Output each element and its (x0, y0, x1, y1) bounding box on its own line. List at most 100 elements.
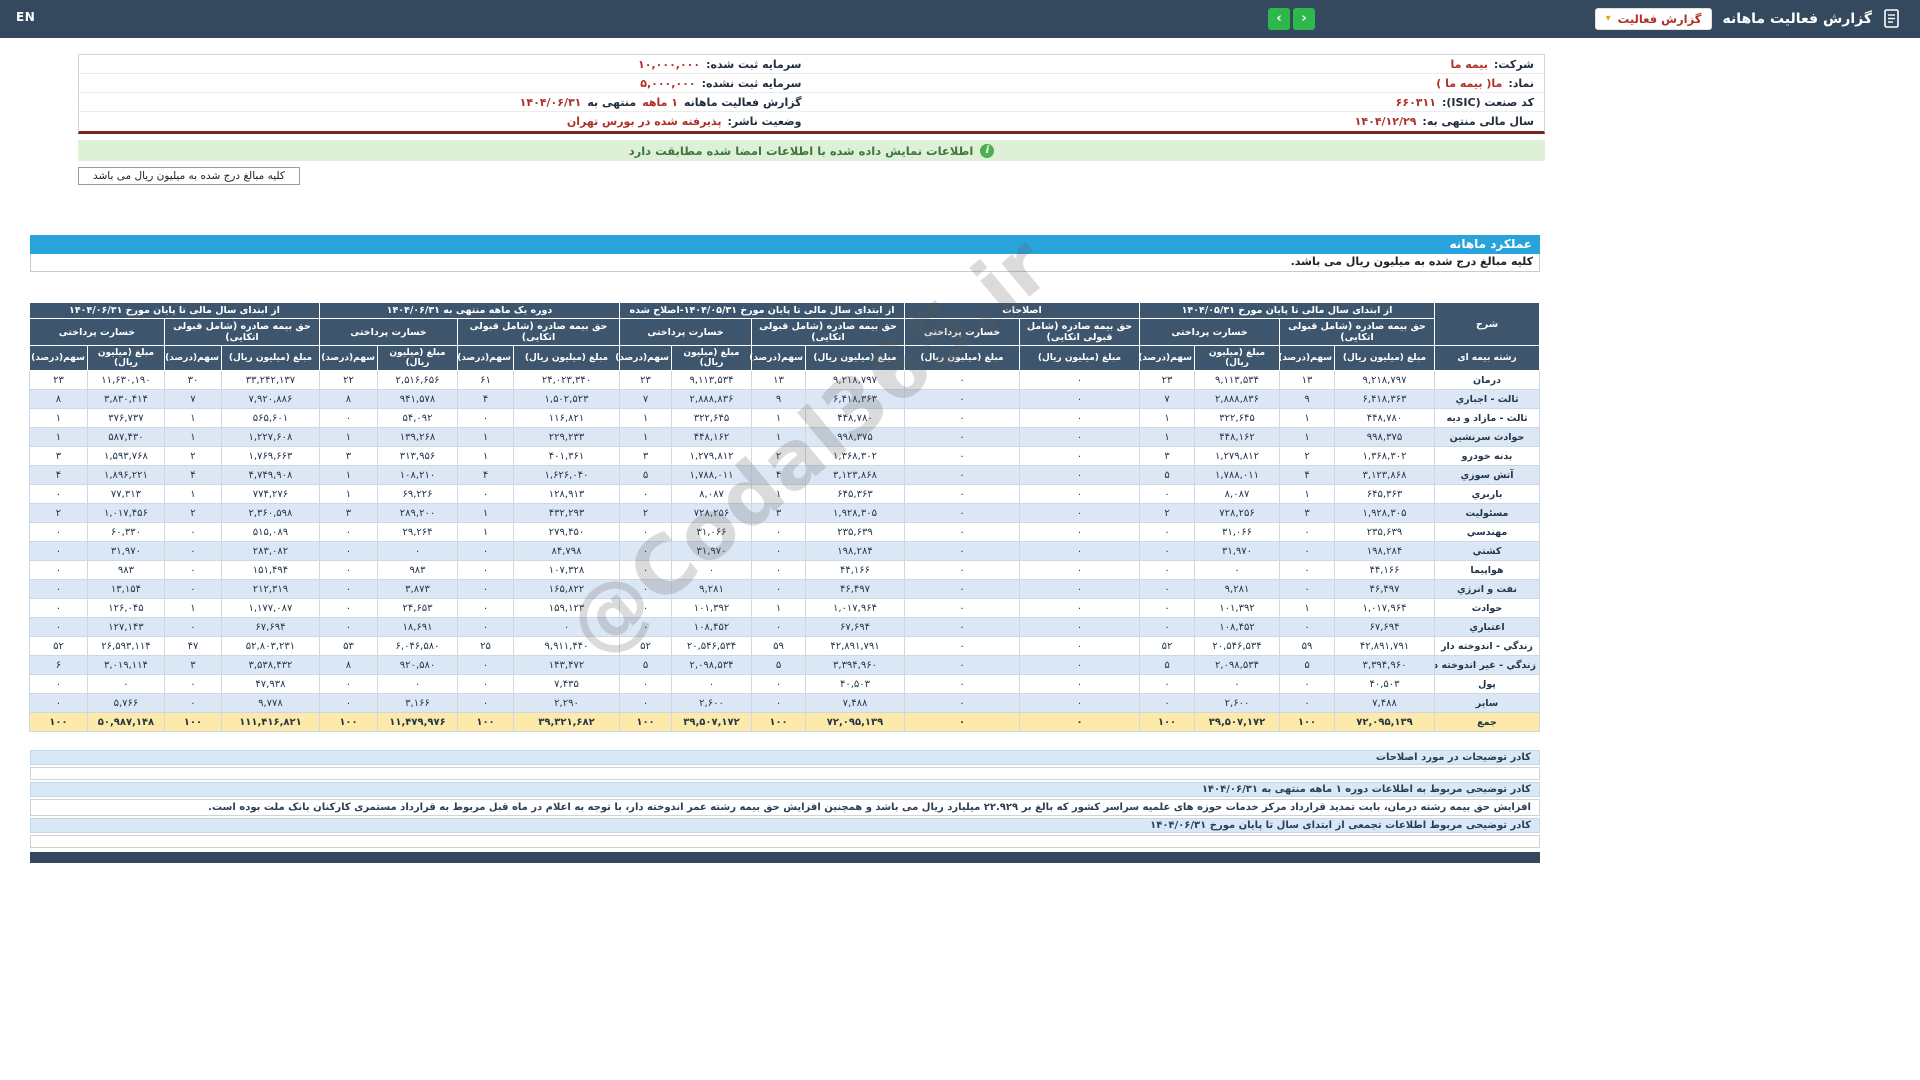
value-cell: ۰ (905, 656, 1020, 675)
value-cell: ۱,۷۸۸,۰۱۱ (1195, 466, 1280, 485)
value-cell: ۲۳ (29, 371, 87, 390)
insurance-line-cell: آتش سوزي (1435, 466, 1540, 485)
value-cell: ۰ (458, 694, 514, 713)
value-cell: ۱,۳۶۸,۳۰۲ (1335, 447, 1435, 466)
value-cell: ۰ (905, 580, 1020, 599)
value-cell: ۱ (164, 599, 221, 618)
subcol-premium-month-0631: حق بیمه صادره (شامل قبولی اتکایی) (458, 319, 620, 346)
value-cell: ۰ (1020, 371, 1140, 390)
value-cell: ۹,۲۱۸,۷۹۷ (1335, 371, 1435, 390)
value-cell: ۲۲۹,۲۳۳ (514, 428, 620, 447)
value-cell: ۲۳۵,۶۳۹ (1335, 523, 1435, 542)
value-cell: ۰ (905, 371, 1020, 390)
value-cell: ۶,۴۱۸,۳۶۳ (806, 390, 905, 409)
previous-report-button[interactable]: ‹ (1268, 8, 1290, 30)
info-label: وضعیت ناشر: (728, 115, 802, 128)
value-cell: ۰ (1020, 466, 1140, 485)
footer-comment-bars: کادر توضیحات در مورد اصلاحات کادر توضیحی … (30, 750, 1540, 848)
value-cell: ۵۶۵,۶۰۱ (221, 409, 319, 428)
company-info-row: سرمایه ثبت نشده:۵,۰۰۰,۰۰۰ (79, 74, 812, 93)
value-cell: ۱۳۹,۲۶۸ (378, 428, 458, 447)
value-cell: ۰ (29, 485, 87, 504)
value-cell: ۶۴۵,۳۶۳ (1335, 485, 1435, 504)
value-cell: ۰ (1020, 504, 1140, 523)
language-toggle-en[interactable]: EN (16, 10, 35, 24)
value-cell: ۰ (1280, 542, 1335, 561)
value-cell: ۷,۴۳۵ (514, 675, 620, 694)
value-cell: ۰ (905, 561, 1020, 580)
info-label: نماد: (1508, 77, 1534, 90)
value-cell: ۳۹,۳۲۱,۶۸۲ (514, 713, 620, 732)
value-cell: ۰ (319, 675, 377, 694)
value-cell: ۰ (620, 618, 672, 637)
value-cell: ۰ (905, 618, 1020, 637)
value-cell: ۶,۰۴۶,۵۸۰ (378, 637, 458, 656)
footer-comment-header: کادر توضیحی مربوط اطلاعات تجمعی از ابتدا… (30, 818, 1540, 833)
value-cell: ۰ (1020, 485, 1140, 504)
insurance-line-cell: درمان (1435, 371, 1540, 390)
amounts-note-box: کلیه مبالغ درج شده به میلیون ریال می باش… (78, 167, 300, 185)
value-cell: ۱ (1140, 409, 1195, 428)
chevron-down-icon: ▾ (1606, 14, 1611, 24)
value-cell: ۰ (458, 656, 514, 675)
value-cell: ۰ (87, 675, 164, 694)
table-row: مهندسي۲۳۵,۶۳۹۰۳۱,۰۶۶۰۰۰۲۳۵,۶۳۹۰۳۱,۰۶۶۰۲۷… (29, 523, 1539, 542)
report-type-dropdown[interactable]: گزارش فعالیت ▾ (1595, 8, 1713, 30)
value-cell: ۰ (1280, 523, 1335, 542)
value-cell: ۰ (905, 713, 1020, 732)
value-cell: ۱۳,۱۵۴ (87, 580, 164, 599)
value-cell: ۱۰۰ (29, 713, 87, 732)
value-cell: ۸۴,۷۹۸ (514, 542, 620, 561)
company-info-row: گزارش فعالیت ماهانه۱ ماههمنتهی به۱۴۰۴/۰۶… (79, 93, 812, 112)
value-cell: ۱۰۸,۴۵۲ (1195, 618, 1280, 637)
value-cell: ۰ (905, 390, 1020, 409)
value-cell: ۰ (458, 561, 514, 580)
top-header-bar: گزارش فعالیت ماهانه گزارش فعالیت ▾ ‹ › E… (0, 0, 1920, 38)
unit-share-ytd-0531-1: سهم(درصد) (1280, 346, 1335, 371)
value-cell: ۹۸۳ (87, 561, 164, 580)
next-report-button[interactable]: › (1293, 8, 1315, 30)
value-cell: ۰ (164, 523, 221, 542)
value-cell: ۳,۸۳۰,۴۱۴ (87, 390, 164, 409)
value-cell: ۳۷۶,۷۳۷ (87, 409, 164, 428)
value-cell: ۸ (319, 390, 377, 409)
value-cell: ۰ (905, 504, 1020, 523)
value-cell: ۳ (1280, 504, 1335, 523)
value-cell: ۱ (1280, 599, 1335, 618)
value-cell: ۰ (752, 675, 806, 694)
value-cell: ۴ (1280, 466, 1335, 485)
unit-amount-adjustments-1: مبلغ (میلیون ریال) (905, 346, 1020, 371)
info-value: ما( بیمه ما ) (1436, 77, 1502, 90)
value-cell: ۲ (1280, 447, 1335, 466)
value-cell: ۰ (905, 694, 1020, 713)
value-cell: ۰ (1140, 618, 1195, 637)
insurance-line-cell: ثالث - اجباري (1435, 390, 1540, 409)
value-cell: ۱۱۱,۴۱۶,۸۲۱ (221, 713, 319, 732)
value-cell: ۳,۳۹۴,۹۶۰ (806, 656, 905, 675)
value-cell: ۰ (620, 542, 672, 561)
info-label: سرمایه ثبت نشده: (702, 77, 802, 90)
value-cell: ۷۲۸,۲۵۶ (672, 504, 752, 523)
subcol-claims-ytd-0631: خسارت پرداختی (29, 319, 164, 346)
table-row: هواپیما۴۴,۱۶۶۰۰۰۰۰۴۴,۱۶۶۰۰۰۱۰۷,۳۲۸۰۹۸۳۰۱… (29, 561, 1539, 580)
value-cell: ۱ (458, 523, 514, 542)
total-line-cell: جمع (1435, 713, 1540, 732)
value-cell: ۵۲ (1140, 637, 1195, 656)
footer-comment-header: کادر توضیحات در مورد اصلاحات (30, 750, 1540, 765)
value-cell: ۰ (1020, 675, 1140, 694)
page-footer-strip (30, 852, 1540, 863)
value-cell: ۲۰,۵۴۶,۵۳۴ (672, 637, 752, 656)
signed-match-text: اطلاعات نمایش داده شده با اطلاعات امضا ش… (629, 144, 974, 158)
info-value: ۶۶۰۳۱۱ (1396, 96, 1436, 109)
insurance-line-cell: حوادث (1435, 599, 1540, 618)
value-cell: ۰ (164, 561, 221, 580)
value-cell: ۷ (620, 390, 672, 409)
monthly-performance-table: شرحاز ابتدای سال مالی تا پایان مورخ ۱۴۰۴… (29, 302, 1540, 732)
footer-comment-header: کادر توضیحی مربوط به اطلاعات دوره ۱ ماهه… (30, 782, 1540, 797)
value-cell: ۵ (620, 656, 672, 675)
value-cell: ۱۰۱,۳۹۲ (672, 599, 752, 618)
table-row: بدنه خودرو۱,۳۶۸,۳۰۲۲۱,۲۷۹,۸۱۲۳۰۰۱,۳۶۸,۳۰… (29, 447, 1539, 466)
value-cell: ۱۹۸,۲۸۴ (806, 542, 905, 561)
value-cell: ۰ (29, 694, 87, 713)
value-cell: ۵ (1140, 656, 1195, 675)
